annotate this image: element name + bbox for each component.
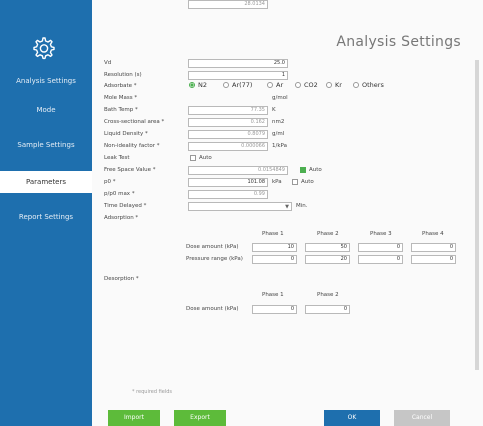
leak-test-auto-label: Auto bbox=[199, 155, 212, 161]
bath-temp-label: Bath Temp * bbox=[104, 107, 138, 113]
adsorbate-option-kr: Kr bbox=[335, 81, 342, 89]
resolution-input[interactable]: 1 bbox=[188, 71, 288, 80]
chevron-down-icon: ▼ bbox=[285, 204, 289, 210]
sidebar-item-mode[interactable]: Mode bbox=[0, 99, 92, 121]
cross-sectional-area-input[interactable]: 0.162 bbox=[188, 118, 268, 127]
cross-sectional-area-unit: nm2 bbox=[272, 119, 285, 125]
sidebar-item-parameters[interactable]: Parameters bbox=[0, 171, 92, 193]
adsorbate-option-ar: Ar bbox=[276, 81, 284, 89]
desorption-dose-phase-2[interactable]: 0 bbox=[305, 305, 350, 314]
sidebar-item-sample-settings[interactable]: Sample Settings bbox=[0, 134, 92, 156]
p0-input[interactable]: 101.08 bbox=[188, 178, 268, 187]
import-button[interactable]: Import bbox=[108, 410, 160, 426]
adsorbate-option-n2: N2 bbox=[198, 81, 207, 89]
adsorbate-radio-co2[interactable] bbox=[295, 82, 301, 88]
adsorbate-radio-ar[interactable] bbox=[267, 82, 273, 88]
app-window: Analysis Settings Mode Sample Settings P… bbox=[0, 0, 483, 426]
adsorption-dose-amount-label: Dose amount (kPa) bbox=[186, 244, 239, 250]
adsorption-pressure-phase-4[interactable]: 0 bbox=[411, 255, 456, 264]
sidebar-item-analysis-settings[interactable]: Analysis Settings bbox=[0, 70, 92, 92]
adsorbate-option-ar77: Ar(77) bbox=[232, 81, 253, 89]
ok-button[interactable]: OK bbox=[324, 410, 380, 426]
free-space-auto-checkbox[interactable] bbox=[300, 167, 306, 173]
p0-auto-checkbox[interactable] bbox=[292, 179, 298, 185]
adsorption-pressure-phase-1[interactable]: 0 bbox=[252, 255, 297, 264]
p0-unit: kPa bbox=[272, 179, 282, 185]
liquid-density-unit: g/ml bbox=[272, 131, 285, 137]
adsorption-phase-3-header: Phase 3 bbox=[370, 231, 392, 237]
time-delayed-label: Time Delayed * bbox=[104, 203, 147, 209]
gear-icon bbox=[33, 37, 55, 60]
sidebar-item-report-settings[interactable]: Report Settings bbox=[0, 206, 92, 228]
adsorption-dose-phase-4[interactable]: 0 bbox=[411, 243, 456, 252]
adsorption-pressure-phase-2[interactable]: 20 bbox=[305, 255, 350, 264]
free-space-auto-label: Auto bbox=[309, 167, 322, 173]
mole-mass-input[interactable]: 28.0134 bbox=[188, 0, 268, 9]
adsorption-phase-1-header: Phase 1 bbox=[262, 231, 284, 237]
export-button[interactable]: Export bbox=[174, 410, 226, 426]
desorption-dose-phase-1[interactable]: 0 bbox=[252, 305, 297, 314]
adsorption-pressure-range-label: Pressure range (kPa) bbox=[186, 256, 243, 262]
non-ideality-factor-unit: 1/kPa bbox=[272, 143, 287, 149]
free-space-value-input[interactable]: 0.0154849 bbox=[188, 166, 288, 175]
adsorption-dose-phase-3[interactable]: 0 bbox=[358, 243, 403, 252]
desorption-phase-2-header: Phase 2 bbox=[317, 292, 339, 298]
mole-mass-unit: g/mol bbox=[272, 95, 288, 101]
adsorbate-radio-n2[interactable] bbox=[189, 82, 195, 88]
mole-mass-label: Mole Mass * bbox=[104, 95, 138, 101]
p0-label: p0 * bbox=[104, 179, 116, 185]
cross-sectional-area-label: Cross-sectional area * bbox=[104, 119, 165, 125]
desorption-dose-amount-label: Dose amount (kPa) bbox=[186, 306, 239, 312]
bath-temp-unit: K bbox=[272, 107, 276, 113]
free-space-value-label: Free Space Value * bbox=[104, 167, 156, 173]
cancel-button[interactable]: Cancel bbox=[394, 410, 450, 426]
adsorption-pressure-phase-3[interactable]: 0 bbox=[358, 255, 403, 264]
non-ideality-factor-input[interactable]: 0.000066 bbox=[188, 142, 268, 151]
adsorbate-radio-ar77[interactable] bbox=[223, 82, 229, 88]
p-p0-max-input[interactable]: 0.99 bbox=[188, 190, 268, 199]
liquid-density-label: Liquid Density * bbox=[104, 131, 148, 137]
adsorption-phase-2-header: Phase 2 bbox=[317, 231, 339, 237]
vd-label: Vd bbox=[104, 60, 112, 66]
adsorption-label: Adsorption * bbox=[104, 215, 139, 221]
time-delayed-unit: Min. bbox=[296, 203, 308, 209]
non-ideality-factor-label: Non-ideality factor * bbox=[104, 143, 160, 149]
liquid-density-input[interactable]: 0.8079 bbox=[188, 130, 268, 139]
vd-input[interactable]: 25.0 bbox=[188, 59, 288, 68]
p0-auto-label: Auto bbox=[301, 179, 314, 185]
adsorbate-radio-kr[interactable] bbox=[326, 82, 332, 88]
adsorption-dose-phase-1[interactable]: 10 bbox=[252, 243, 297, 252]
resolution-label: Resolution (s) bbox=[104, 72, 142, 78]
desorption-label: Desorption * bbox=[104, 276, 139, 282]
p-p0-max-label: p/p0 max * bbox=[104, 191, 135, 197]
adsorption-phase-4-header: Phase 4 bbox=[422, 231, 444, 237]
adsorbate-option-others: Others bbox=[362, 81, 384, 89]
required-fields-note: * required fields bbox=[132, 389, 173, 395]
main-panel: Analysis Settings Vd 25.0 Resolution (s)… bbox=[92, 0, 483, 426]
adsorbate-label: Adsorbate * bbox=[104, 83, 137, 89]
adsorbate-radio-others[interactable] bbox=[353, 82, 359, 88]
leak-test-label: Leak Test bbox=[104, 155, 130, 161]
leak-test-auto-checkbox[interactable] bbox=[190, 155, 196, 161]
vertical-scrollbar[interactable] bbox=[475, 60, 479, 370]
page-title: Analysis Settings bbox=[336, 34, 461, 50]
time-delayed-select[interactable]: ▼ bbox=[188, 202, 292, 211]
sidebar: Analysis Settings Mode Sample Settings P… bbox=[0, 0, 92, 426]
bath-temp-input[interactable]: 77.35 bbox=[188, 106, 268, 115]
adsorbate-option-co2: CO2 bbox=[304, 81, 318, 89]
desorption-phase-1-header: Phase 1 bbox=[262, 292, 284, 298]
adsorption-dose-phase-2[interactable]: 50 bbox=[305, 243, 350, 252]
